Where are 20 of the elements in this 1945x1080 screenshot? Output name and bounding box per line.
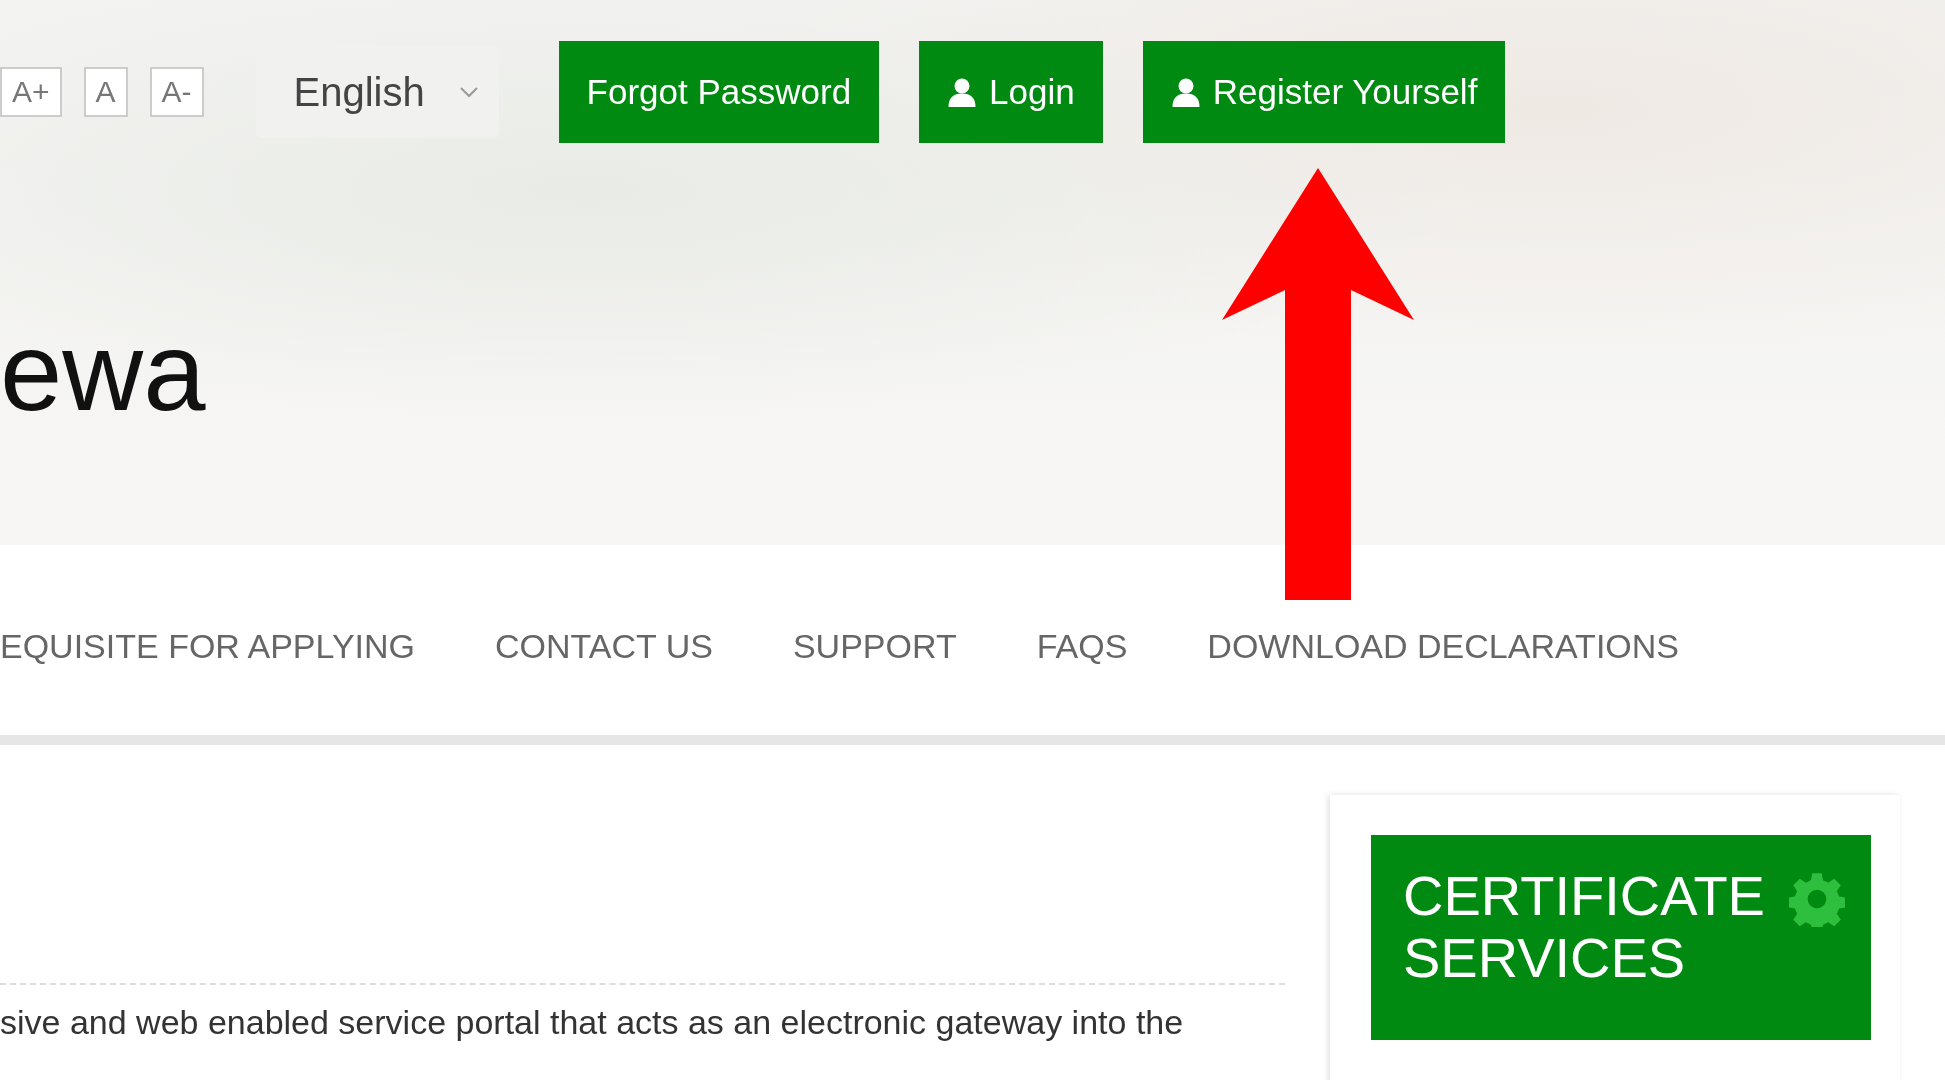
font-size-button[interactable]: A- xyxy=(149,67,204,117)
intro-text: sive and web enabled service portal that acts as an electronic gateway into the xyxy=(0,1003,1185,1042)
site-title: ewa xyxy=(0,308,207,436)
user-icon xyxy=(947,77,978,107)
certificate-services-banner[interactable]: CERTIFICATE SERVICES xyxy=(1371,835,1871,1040)
nav-link[interactable]: SUPPORT xyxy=(792,626,957,666)
nav-link[interactable]: DOWNLOAD DECLARATIONS xyxy=(1207,626,1679,666)
banner-title: SERVICES xyxy=(1403,926,1686,989)
header-button[interactable]: Login xyxy=(919,41,1103,143)
banner-title: CERTIFICATE xyxy=(1403,865,1765,927)
font-size-button[interactable]: A+ xyxy=(0,67,62,117)
user-icon xyxy=(1170,77,1201,107)
nav-link[interactable]: CONTACT US xyxy=(495,626,713,666)
header-button[interactable]: Register Yourself xyxy=(1142,41,1506,143)
caret-icon xyxy=(458,86,479,98)
nav-link[interactable]: EQUISITE FOR APPLYING xyxy=(0,626,416,666)
header-button[interactable]: Forgot Password xyxy=(558,41,880,143)
gear-icon xyxy=(1789,871,1845,927)
font-size-button[interactable]: A xyxy=(83,67,128,117)
nav-link[interactable]: FAQS xyxy=(1036,626,1128,666)
